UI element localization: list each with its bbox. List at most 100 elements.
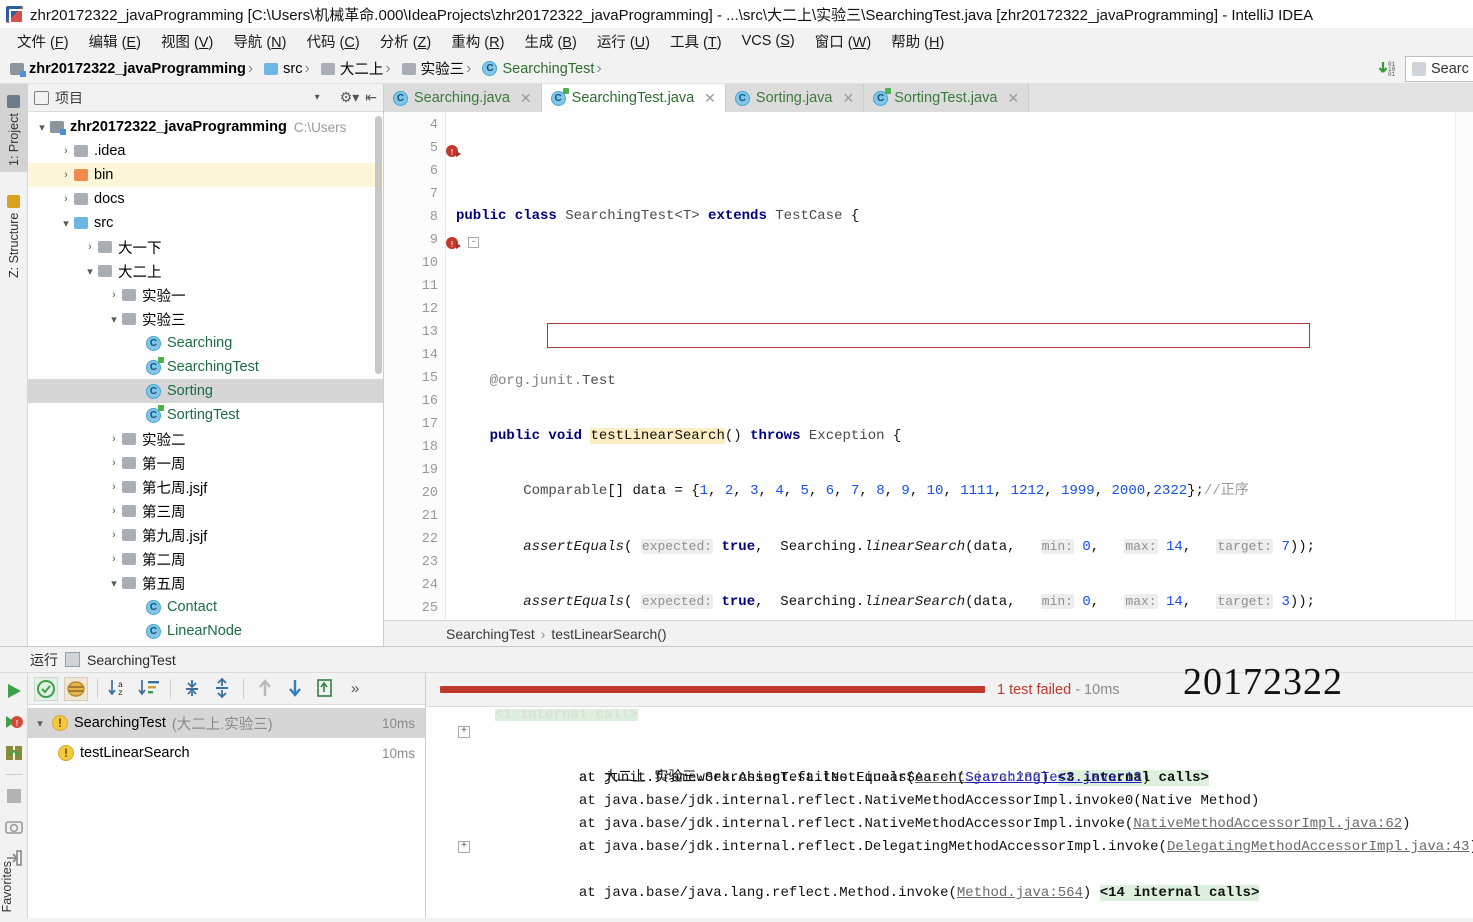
- tree-row[interactable]: › 第一周: [28, 451, 383, 475]
- menu-item-run[interactable]: 运行 (U): [588, 29, 659, 54]
- search-input[interactable]: Searc: [1405, 56, 1473, 82]
- menu-item-navigate[interactable]: 导航 (N): [224, 29, 295, 54]
- menu-item-window[interactable]: 窗口 (W): [806, 29, 880, 54]
- gutter-line-10[interactable]: 10: [384, 256, 445, 279]
- close-icon[interactable]: ✕: [704, 90, 716, 107]
- close-icon[interactable]: ✕: [1007, 90, 1019, 107]
- breadcrumb-item-dir1[interactable]: 大二上: [303, 58, 383, 79]
- editor-right-gutter[interactable]: [1455, 112, 1473, 620]
- chevron-down-icon[interactable]: ▾: [106, 313, 122, 326]
- next-failed-icon[interactable]: [283, 677, 307, 701]
- tool-tab-favorites[interactable]: Favorites: [0, 855, 28, 918]
- toggle-passed-icon[interactable]: [34, 676, 58, 701]
- console-line-3[interactable]: at java.base/jdk.internal.reflect.Native…: [426, 790, 1473, 832]
- tree-row[interactable]: ▾ zhr20172322_javaProgramming C:\Users: [28, 115, 383, 139]
- console-line-2[interactable]: at java.base/jdk.internal.reflect.Native…: [426, 767, 1473, 809]
- collapse-all-icon[interactable]: [210, 677, 234, 701]
- status-method-name[interactable]: testLinearSearch(): [551, 626, 666, 642]
- gutter-line-23[interactable]: 23: [384, 555, 445, 578]
- gutter-line-16[interactable]: 16: [384, 394, 445, 417]
- chevron-down-icon[interactable]: ▾: [34, 121, 50, 134]
- console-line-1[interactable]: at 大二上.实验三.SearchingTest.testLinearSearc…: [426, 744, 1473, 786]
- gutter-line-20[interactable]: 20: [384, 486, 445, 509]
- collapse-all-icon[interactable]: ⇤: [365, 89, 377, 106]
- chevron-right-icon[interactable]: ›: [58, 145, 74, 157]
- tree-row[interactable]: › 第二周: [28, 547, 383, 571]
- expand-icon[interactable]: +: [458, 726, 470, 738]
- gutter-line-14[interactable]: 14: [384, 348, 445, 371]
- project-tree[interactable]: ▾ zhr20172322_javaProgramming C:\Users › .id…: [28, 112, 383, 646]
- console-line-4[interactable]: at java.base/jdk.internal.reflect.Delega…: [426, 813, 1473, 855]
- sort-alpha-icon[interactable]: az: [107, 677, 131, 701]
- gutter-line-17[interactable]: 17: [384, 417, 445, 440]
- tree-row[interactable]: ›CSortingTest: [28, 403, 383, 427]
- tool-tab-structure[interactable]: Z: Structure: [0, 180, 28, 284]
- tree-row[interactable]: › 第七周.jsjf: [28, 475, 383, 499]
- test-tree-row-root[interactable]: ▾ ! SearchingTest (大二上.实验三) 10ms: [28, 708, 425, 738]
- menu-item-build[interactable]: 生成 (B): [515, 29, 585, 54]
- gutter-line-19[interactable]: 19: [384, 463, 445, 486]
- tree-row[interactable]: ›CContact: [28, 595, 383, 619]
- chevron-right-icon[interactable]: ›: [106, 433, 122, 445]
- gutter-line-24[interactable]: 24: [384, 578, 445, 601]
- chevron-right-icon[interactable]: ›: [106, 505, 122, 517]
- stack-link[interactable]: Method.java:564: [957, 885, 1083, 901]
- chevron-right-icon[interactable]: ›: [82, 241, 98, 253]
- prev-failed-icon[interactable]: [253, 677, 277, 701]
- chevron-right-icon[interactable]: ›: [106, 457, 122, 469]
- tree-row[interactable]: ›CSorting: [28, 379, 383, 403]
- menu-item-edit[interactable]: 编辑 (E): [80, 29, 150, 54]
- test-tree[interactable]: ▾ ! SearchingTest (大二上.实验三) 10ms ! testL…: [28, 705, 425, 918]
- run-config-name[interactable]: SearchingTest: [87, 652, 176, 668]
- menu-item-analyze[interactable]: 分析 (Z): [371, 29, 441, 54]
- menu-item-code[interactable]: 代码 (C): [298, 29, 369, 54]
- gutter-line-22[interactable]: 22: [384, 532, 445, 555]
- console-line-0[interactable]: + at junit.framework.Assert.failNotEqual…: [426, 721, 1473, 786]
- tree-row[interactable]: › 第三周: [28, 499, 383, 523]
- breadcrumb-item-class[interactable]: C SearchingTest: [464, 60, 594, 78]
- export-icon[interactable]: [313, 677, 337, 701]
- gutter-line-18[interactable]: 18: [384, 440, 445, 463]
- sort-duration-icon[interactable]: [137, 677, 161, 701]
- gutter-line-12[interactable]: 12: [384, 302, 445, 325]
- close-icon[interactable]: ✕: [842, 90, 854, 107]
- code-content[interactable]: public class SearchingTest<T> extends Te…: [446, 112, 1455, 620]
- tree-row[interactable]: ▾ 第五周: [28, 571, 383, 595]
- tree-row[interactable]: › docs: [28, 187, 383, 211]
- chevron-down-icon[interactable]: ▾: [82, 265, 98, 278]
- tree-row[interactable]: ›CPP9_3: [28, 643, 383, 646]
- expand-icon[interactable]: +: [458, 841, 470, 853]
- chevron-down-icon[interactable]: ▾: [34, 717, 46, 730]
- breadcrumb-item-project[interactable]: zhr20172322_javaProgramming: [10, 61, 246, 77]
- tree-scrollbar[interactable]: [375, 116, 382, 374]
- tab-searchingtest-java[interactable]: C SearchingTest.java ✕: [541, 84, 726, 112]
- console-output[interactable]: <1 internal call> + at junit.framework.A…: [426, 707, 1473, 918]
- tool-tab-project[interactable]: 1: Project: [0, 84, 28, 172]
- menu-item-vcs[interactable]: VCS (S): [733, 31, 804, 51]
- tab-sorting-java[interactable]: C Sorting.java ✕: [725, 84, 865, 112]
- tree-row[interactable]: › .idea: [28, 139, 383, 163]
- gutter-line-21[interactable]: 21: [384, 509, 445, 532]
- gutter-line-7[interactable]: 7: [384, 187, 445, 210]
- breadcrumb-item-dir2[interactable]: 实验三: [383, 58, 464, 79]
- tree-row[interactable]: › 实验一: [28, 283, 383, 307]
- gear-icon[interactable]: ⚙▾: [340, 89, 360, 106]
- chevron-right-icon[interactable]: ›: [106, 529, 122, 541]
- chevron-down-icon[interactable]: ▾: [315, 92, 320, 103]
- menu-item-file[interactable]: 文件 (F): [8, 29, 78, 54]
- gutter-line-6[interactable]: 6: [384, 164, 445, 187]
- tree-row[interactable]: › 大一下: [28, 235, 383, 259]
- menu-item-tools[interactable]: 工具 (T): [661, 29, 731, 54]
- update-project-icon[interactable]: 01 10 01: [1377, 58, 1399, 80]
- editor-viewport[interactable]: 4 5! 6 7 8 9! -10 11 12 13 14 15 16 17 18 19 20 21 22 23 24 2…: [384, 112, 1473, 620]
- chevron-down-icon[interactable]: ▾: [106, 577, 122, 590]
- tree-row[interactable]: ▾ 大二上: [28, 259, 383, 283]
- test-tree-row-method[interactable]: ! testLinearSearch 10ms: [28, 738, 425, 768]
- chevron-right-icon[interactable]: ›: [58, 193, 74, 205]
- tree-row[interactable]: › 第九周.jsjf: [28, 523, 383, 547]
- chevron-right-icon[interactable]: ›: [106, 481, 122, 493]
- tab-sortingtest-java[interactable]: C SortingTest.java ✕: [864, 84, 1030, 112]
- console-line-5[interactable]: + at java.base/java.lang.reflect.Method.…: [426, 836, 1473, 901]
- chevron-right-icon[interactable]: ›: [106, 553, 122, 565]
- chevron-down-icon[interactable]: ▾: [58, 217, 74, 230]
